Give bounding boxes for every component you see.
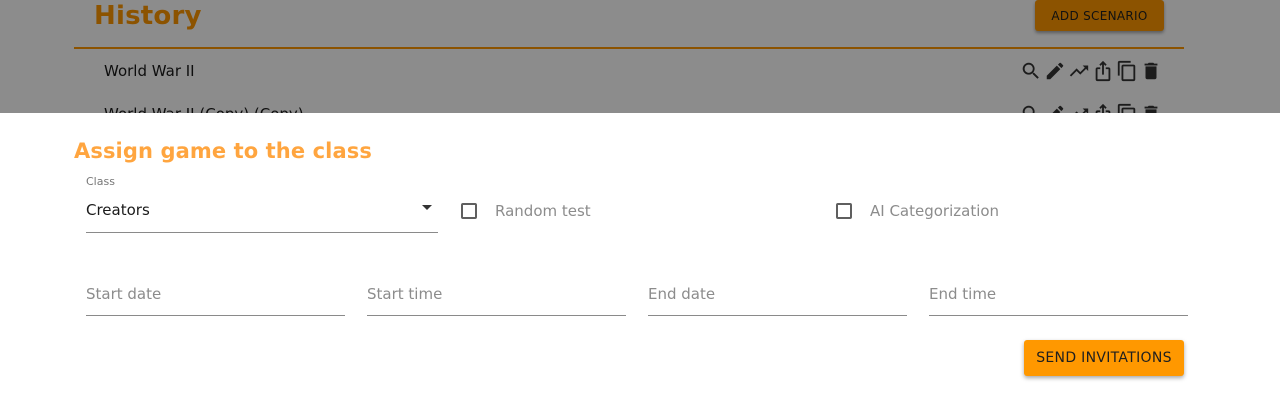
ai-categorization-checkbox[interactable]: AI Categorization [836, 201, 999, 221]
start-time-placeholder: Start time [367, 285, 443, 303]
class-select-label: Class [86, 175, 115, 188]
modal-backdrop[interactable] [0, 0, 1280, 113]
send-invitations-button[interactable]: SEND INVITATIONS [1024, 340, 1184, 376]
assign-game-dialog: Assign game to the class Class Creators … [0, 113, 1280, 400]
class-select[interactable]: Class Creators [86, 175, 438, 233]
end-date-underline [648, 315, 907, 316]
class-select-value: Creators [86, 201, 150, 219]
end-date-input[interactable]: End date [648, 273, 907, 317]
random-test-label: Random test [495, 202, 591, 220]
end-time-input[interactable]: End time [929, 273, 1188, 317]
checkbox-icon[interactable] [836, 203, 852, 219]
caret-down-icon [422, 205, 432, 210]
class-select-underline [86, 232, 438, 233]
end-time-underline [929, 315, 1188, 316]
start-time-underline [367, 315, 626, 316]
ai-categorization-label: AI Categorization [870, 202, 1000, 220]
end-time-placeholder: End time [929, 285, 997, 303]
start-date-underline [86, 315, 345, 316]
start-time-input[interactable]: Start time [367, 273, 626, 317]
start-date-input[interactable]: Start date [86, 273, 345, 317]
random-test-checkbox[interactable]: Random test [461, 201, 591, 221]
start-date-placeholder: Start date [86, 285, 162, 303]
end-date-placeholder: End date [648, 285, 716, 303]
checkbox-icon[interactable] [461, 203, 477, 219]
dialog-title: Assign game to the class [74, 139, 372, 163]
